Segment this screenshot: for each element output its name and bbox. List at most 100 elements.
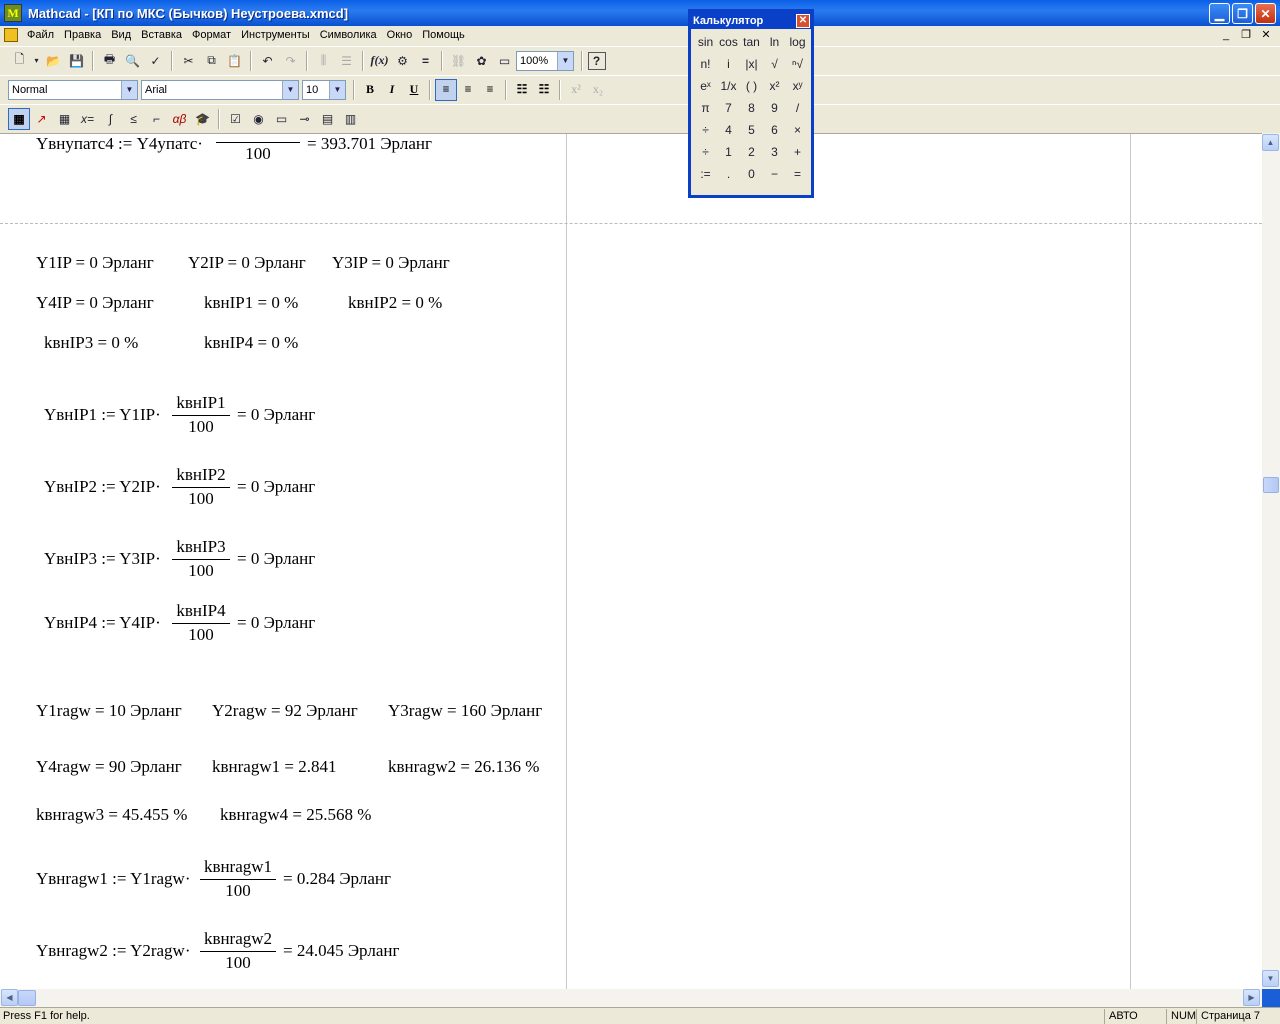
align-down-icon[interactable]: ☰ — [336, 50, 358, 72]
calc-key[interactable]: 1/x — [717, 75, 740, 97]
chevron-down-icon[interactable]: ▼ — [329, 80, 345, 99]
region-yvnupats4[interactable]: Yвнупатс4 := Y4упатс· — [36, 134, 203, 154]
graph-toolbar-icon[interactable]: ↗ — [31, 108, 53, 130]
region-y2ip[interactable]: Y2IP = 0 Эрланг — [188, 253, 306, 273]
align-left-icon[interactable]: ≡ — [435, 78, 457, 101]
calc-key[interactable]: 5 — [740, 119, 763, 141]
horizontal-scroll-thumb[interactable] — [18, 990, 36, 1006]
button-control-icon[interactable]: ▭ — [271, 108, 293, 130]
insert-function-icon[interactable]: f(x) — [369, 50, 391, 72]
print-icon[interactable]: 🖶 — [99, 50, 121, 72]
calc-key[interactable]: |x| — [740, 53, 763, 75]
open-icon[interactable]: 📂 — [43, 50, 65, 72]
document-icon[interactable] — [4, 28, 18, 42]
calc-key[interactable]: / — [786, 97, 809, 119]
calc-key[interactable]: − — [763, 163, 786, 185]
doc-close-button[interactable]: ✕ — [1258, 28, 1274, 42]
print-preview-icon[interactable]: 🔍 — [122, 50, 144, 72]
region-yvnip2[interactable]: YвнIP2 := Y2IP· — [44, 477, 161, 497]
calc-key[interactable]: ÷ — [694, 119, 717, 141]
vertical-scroll-thumb[interactable] — [1263, 477, 1279, 493]
region-kvnragw3[interactable]: kвнragw3 = 45.455 % — [36, 805, 187, 825]
region-y4ragw[interactable]: Y4ragw = 90 Эрланг — [36, 757, 182, 777]
menu-edit[interactable]: Правка — [59, 29, 106, 41]
matrix-toolbar-icon[interactable]: ▦ — [54, 108, 76, 130]
calc-key[interactable]: 0 — [740, 163, 763, 185]
region-y1ragw[interactable]: Y1ragw = 10 Эрланг — [36, 701, 182, 721]
undo-icon[interactable]: ↶ — [257, 50, 279, 72]
region-yvnip3[interactable]: YвнIP3 := Y3IP· — [44, 549, 161, 569]
region-yvnip4[interactable]: YвнIP4 := Y4IP· — [44, 613, 161, 633]
superscript-icon[interactable]: x² — [565, 79, 587, 101]
calc-key[interactable]: tan — [740, 31, 763, 53]
region-yvnragw2[interactable]: Yвнragw2 := Y2ragw· — [36, 941, 191, 961]
align-right-icon[interactable]: ≡ — [479, 79, 501, 101]
calc-key[interactable]: = — [786, 163, 809, 185]
calc-key[interactable]: sin — [694, 31, 717, 53]
calculate-icon[interactable]: = — [415, 50, 437, 72]
calc-key[interactable]: := — [694, 163, 717, 185]
region-kvnragw1[interactable]: kвнragw1 = 2.841 — [212, 757, 336, 777]
region-y2ragw[interactable]: Y2ragw = 92 Эрланг — [212, 701, 358, 721]
calc-key[interactable]: n! — [694, 53, 717, 75]
radio-control-icon[interactable]: ◉ — [248, 108, 270, 130]
calculator-toolbar-icon[interactable]: ▦ — [8, 108, 30, 130]
restore-button[interactable]: ❐ — [1232, 3, 1253, 24]
calc-key[interactable]: log — [786, 31, 809, 53]
region-y3ragw[interactable]: Y3ragw = 160 Эрланг — [388, 701, 542, 721]
evaluation-toolbar-icon[interactable]: x= — [77, 108, 99, 130]
calc-key[interactable]: 6 — [763, 119, 786, 141]
new-dropdown-icon[interactable]: ▾ — [32, 50, 42, 72]
region-kvnip1[interactable]: kвнIP1 = 0 % — [204, 293, 298, 313]
bullets-icon[interactable]: ☷ — [511, 79, 533, 101]
help-icon[interactable]: ? — [587, 51, 606, 70]
italic-icon[interactable]: I — [381, 79, 403, 101]
calc-key[interactable]: ln — [763, 31, 786, 53]
close-icon[interactable]: ✕ — [796, 13, 810, 28]
calc-key[interactable]: 2 — [740, 141, 763, 163]
listbox-control-icon[interactable]: ▥ — [340, 108, 362, 130]
region-kvnip4[interactable]: kвнIP4 = 0 % — [204, 333, 298, 353]
region-y1ip[interactable]: Y1IP = 0 Эрланг — [36, 253, 154, 273]
region-yvnragw1[interactable]: Yвнragw1 := Y1ragw· — [36, 869, 191, 889]
vertical-scrollbar[interactable]: ▲ ▼ — [1262, 133, 1280, 989]
menu-format[interactable]: Формат — [187, 29, 236, 41]
insert-unit-icon[interactable]: ⚙ — [392, 50, 414, 72]
textbox-control-icon[interactable]: ▤ — [317, 108, 339, 130]
greek-toolbar-icon[interactable]: αβ — [169, 108, 191, 130]
slider-control-icon[interactable]: ⊸ — [294, 108, 316, 130]
redo-icon[interactable]: ↷ — [280, 50, 302, 72]
region-kvnragw2[interactable]: kвнragw2 = 26.136 % — [388, 757, 539, 777]
scroll-down-icon[interactable]: ▼ — [1262, 970, 1279, 987]
chevron-down-icon[interactable]: ▼ — [557, 51, 573, 70]
calc-key[interactable]: 4 — [717, 119, 740, 141]
menu-tools[interactable]: Инструменты — [236, 29, 315, 41]
insert-hyperlink-icon[interactable]: ⛓ — [448, 50, 470, 72]
menu-symbolics[interactable]: Символика — [315, 29, 382, 41]
calc-key[interactable]: x² — [763, 75, 786, 97]
calc-key[interactable]: . — [717, 163, 740, 185]
calc-key[interactable]: 8 — [740, 97, 763, 119]
calculus-toolbar-icon[interactable]: ∫ — [100, 108, 122, 130]
subscript-icon[interactable]: x₂ — [587, 79, 609, 101]
copy-icon[interactable]: ⧉ — [201, 50, 223, 72]
resource-center-icon[interactable]: ▭ — [494, 50, 516, 72]
minimize-button[interactable]: ▁ — [1209, 3, 1230, 24]
new-icon[interactable]: 🗋 — [9, 50, 31, 72]
calc-key[interactable]: i — [717, 53, 740, 75]
calc-key[interactable]: ÷ — [694, 141, 717, 163]
boolean-toolbar-icon[interactable]: ≤ — [123, 108, 145, 130]
save-icon[interactable]: 💾 — [66, 50, 88, 72]
menu-view[interactable]: Вид — [106, 29, 136, 41]
close-button[interactable]: ✕ — [1255, 3, 1276, 24]
calc-key[interactable]: xʸ — [786, 75, 809, 97]
calc-key[interactable]: cos — [717, 31, 740, 53]
menu-file[interactable]: Файл — [22, 29, 59, 41]
region-y4ip[interactable]: Y4IP = 0 Эрланг — [36, 293, 154, 313]
component-wizard-icon[interactable]: ✿ — [471, 50, 493, 72]
checkbox-control-icon[interactable]: ☑ — [225, 108, 247, 130]
scroll-up-icon[interactable]: ▲ — [1262, 134, 1279, 151]
calc-key[interactable]: ( ) — [740, 75, 763, 97]
calc-key[interactable]: 9 — [763, 97, 786, 119]
menu-insert[interactable]: Вставка — [136, 29, 187, 41]
